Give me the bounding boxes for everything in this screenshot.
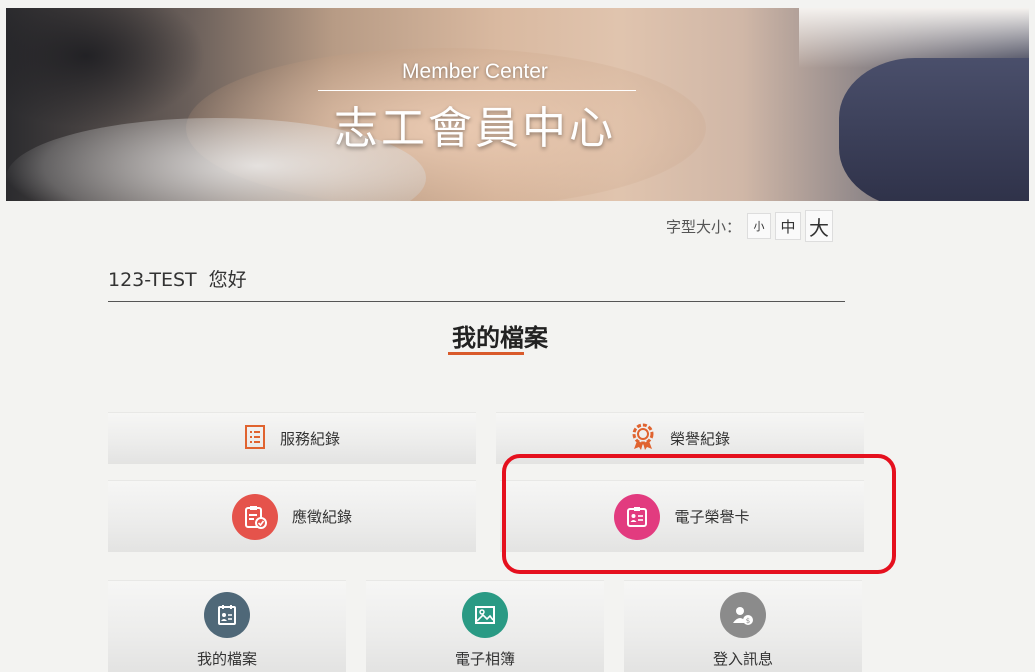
greeting-divider [108,301,845,302]
application-record-tile[interactable]: 應徵紀錄 [108,480,476,552]
photo-album-icon [462,592,508,638]
user-greeting: 123-TEST 您好 [108,265,247,292]
my-profile-tile[interactable]: 我的檔案 [108,580,346,672]
font-size-medium-button[interactable]: 中 [775,212,802,240]
application-record-label: 應徵紀錄 [291,508,352,526]
svg-text:$: $ [746,617,750,625]
honor-record-label: 榮譽紀錄 [669,430,730,448]
award-badge-icon [630,423,656,455]
service-record-tile[interactable]: 服務紀錄 [108,412,476,464]
document-list-icon [244,424,266,454]
my-profile-label: 我的檔案 [196,650,257,668]
font-size-small-button[interactable]: 小 [747,213,772,239]
banner-divider [318,90,636,91]
font-size-large-button[interactable]: 大 [805,210,834,242]
section-title: 我的檔案 [452,324,548,352]
font-size-control: 字型大小： 小 中 大 [666,210,834,242]
profile-card-icon [204,592,250,638]
banner-title-zh: 志工會員中心 [334,103,616,154]
login-info-label: 登入訊息 [712,650,773,668]
font-size-label: 字型大小： [666,217,742,236]
greeting-salutation: 您好 [208,269,247,291]
e-album-tile[interactable]: 電子相簿 [366,580,604,672]
clipboard-check-icon [231,493,278,540]
user-name: 123-TEST [108,269,197,291]
login-info-tile[interactable]: $ 登入訊息 [624,580,862,672]
service-record-label: 服務紀錄 [279,430,340,448]
banner-title-en: Member Center [402,60,548,83]
e-album-label: 電子相簿 [454,650,515,668]
user-info-icon: $ [720,592,766,638]
highlight-box [502,454,896,574]
section-title-underline [448,352,524,355]
